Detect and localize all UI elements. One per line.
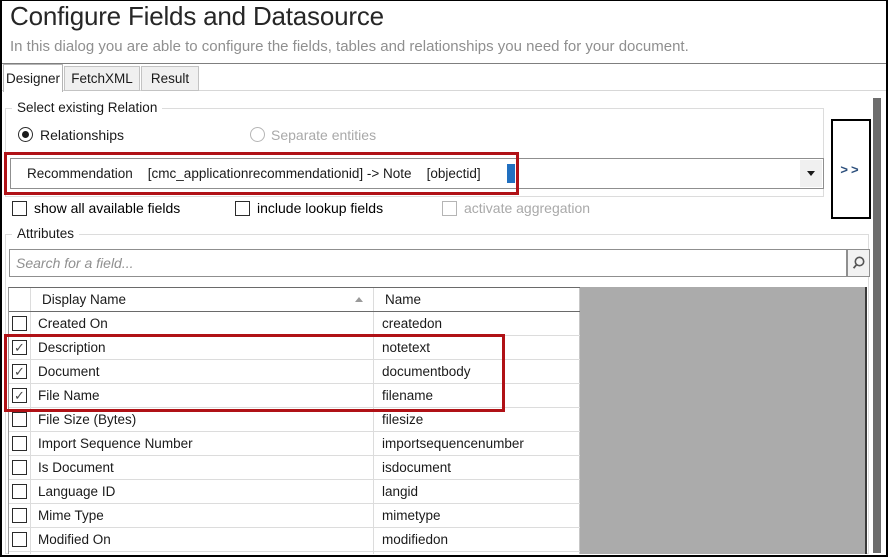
header-checkbox-cell (9, 288, 31, 311)
cell-display-name: Created On (31, 312, 374, 335)
table-row[interactable]: Import Sequence Number importsequencenum… (9, 432, 580, 456)
cell-display-name: Mime Type (31, 504, 374, 527)
relation-group-label: Select existing Relation (12, 100, 162, 115)
page-subtitle: In this dialog you are able to configure… (10, 38, 689, 55)
cell-display-name: File Name (31, 384, 374, 407)
table-row[interactable] (9, 552, 580, 554)
cell-display-name: Description (31, 336, 374, 359)
relation-combobox[interactable]: Recommendation [cmc_applicationrecommend… (10, 158, 824, 189)
radio-separate-entities-label: Separate entities (271, 127, 376, 143)
cell-name: isdocument (374, 456, 580, 479)
table-row[interactable]: Created On createdon (9, 312, 580, 336)
radio-off-icon (250, 127, 265, 142)
row-checkbox[interactable] (12, 484, 27, 499)
text-caret (507, 164, 515, 183)
row-checkbox[interactable] (12, 436, 27, 451)
attributes-table: Display Name Name Created On createdon ✓… (8, 287, 580, 554)
cell-display-name: Language ID (31, 480, 374, 503)
checkbox-activate-aggregation-label: activate aggregation (464, 200, 590, 216)
cell-name (374, 552, 580, 554)
tab-designer-label: Designer (6, 71, 60, 86)
radio-relationships[interactable] (18, 127, 33, 142)
tab-result-label: Result (151, 71, 189, 86)
checkbox-show-all-fields-label[interactable]: show all available fields (34, 200, 180, 216)
expand-button[interactable]: >> (831, 119, 871, 219)
cell-display-name (31, 552, 374, 554)
checkbox-activate-aggregation[interactable] (442, 201, 457, 216)
table-header: Display Name Name (9, 288, 580, 312)
search-icon (851, 255, 867, 271)
cell-name: filesize (374, 408, 580, 431)
attributes-group-label: Attributes (12, 226, 79, 241)
cell-name: langid (374, 480, 580, 503)
cell-display-name: Document (31, 360, 374, 383)
tab-result[interactable]: Result (141, 66, 199, 91)
tab-fetchxml-label: FetchXML (71, 71, 133, 86)
row-checkbox[interactable]: ✓ (12, 340, 27, 355)
column-header-display-name[interactable]: Display Name (31, 288, 374, 311)
checkbox-include-lookup-fields-label[interactable]: include lookup fields (257, 200, 383, 216)
combobox-dropdown-button[interactable] (800, 160, 822, 187)
sort-ascending-icon (355, 297, 363, 302)
tab-designer[interactable]: Designer (3, 64, 63, 92)
cell-display-name: Is Document (31, 456, 374, 479)
search-input[interactable] (9, 249, 847, 277)
table-row[interactable]: File Size (Bytes) filesize (9, 408, 580, 432)
row-checkbox[interactable] (12, 316, 27, 331)
header-divider (2, 63, 886, 64)
row-checkbox[interactable] (12, 508, 27, 523)
cell-name: importsequencenumber (374, 432, 580, 455)
cell-name: createdon (374, 312, 580, 335)
cell-name: modifiedon (374, 528, 580, 551)
cell-name: notetext (374, 336, 580, 359)
table-row[interactable]: Is Document isdocument (9, 456, 580, 480)
vertical-scrollbar[interactable] (873, 98, 881, 553)
cell-display-name: Modified On (31, 528, 374, 551)
cell-display-name: Import Sequence Number (31, 432, 374, 455)
checkbox-include-lookup-fields[interactable] (235, 201, 250, 216)
page-title: Configure Fields and Datasource (10, 1, 384, 32)
row-checkbox[interactable] (12, 532, 27, 547)
row-checkbox[interactable]: ✓ (12, 388, 27, 403)
cell-name: documentbody (374, 360, 580, 383)
chevron-down-icon (807, 171, 815, 176)
radio-separate-entities[interactable] (250, 127, 265, 142)
row-checkbox[interactable] (12, 460, 27, 475)
expand-button-label: >> (840, 162, 861, 177)
radio-relationships-label[interactable]: Relationships (40, 127, 124, 143)
cell-name: filename (374, 384, 580, 407)
column-header-name[interactable]: Name (374, 288, 580, 311)
cell-display-name: File Size (Bytes) (31, 408, 374, 431)
table-filler-area (580, 287, 867, 554)
table-row[interactable]: Mime Type mimetype (9, 504, 580, 528)
row-checkbox[interactable] (12, 412, 27, 427)
table-row[interactable]: Modified On modifiedon (9, 528, 580, 552)
row-checkbox[interactable]: ✓ (12, 364, 27, 379)
table-row[interactable]: Language ID langid (9, 480, 580, 504)
table-row[interactable]: ✓ Document documentbody (9, 360, 580, 384)
relation-combobox-value: Recommendation [cmc_applicationrecommend… (11, 166, 481, 181)
cell-name: mimetype (374, 504, 580, 527)
search-button[interactable] (847, 249, 870, 277)
table-row[interactable]: ✓ File Name filename (9, 384, 580, 408)
tab-fetchxml[interactable]: FetchXML (64, 66, 140, 91)
configure-dialog-window: Configure Fields and Datasource In this … (0, 0, 888, 557)
radio-on-icon (18, 127, 33, 142)
table-row[interactable]: ✓ Description notetext (9, 336, 580, 360)
checkbox-show-all-fields[interactable] (12, 201, 27, 216)
